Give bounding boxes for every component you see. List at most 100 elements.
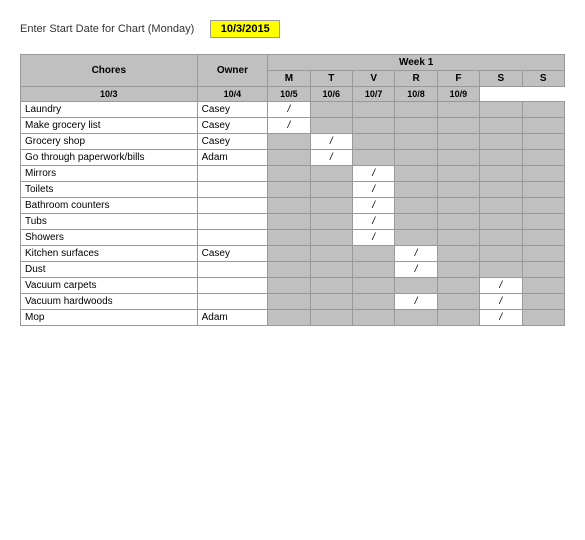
check-cell-12-6 [522,294,565,310]
task-cell: Vacuum carpets [21,278,198,294]
check-cell-0-6 [522,102,565,118]
check-cell-9-6 [522,246,565,262]
check-cell-12-5: / [480,294,522,310]
check-cell-4-2: / [353,166,395,182]
check-cell-2-4 [437,134,479,150]
table-row: Go through paperwork/billsAdam/ [21,150,565,166]
check-cell-8-4 [437,230,479,246]
table-row: Grocery shopCasey/ [21,134,565,150]
check-cell-8-5 [480,230,522,246]
check-cell-9-0 [268,246,310,262]
check-cell-2-0 [268,134,310,150]
check-cell-7-0 [268,214,310,230]
owner-cell [197,166,268,182]
owner-cell: Adam [197,150,268,166]
check-cell-10-6 [522,262,565,278]
owner-cell: Casey [197,134,268,150]
day-header-m: M [268,71,310,87]
day-header-s: S [522,71,565,87]
check-cell-10-4 [437,262,479,278]
check-cell-10-3: / [395,262,437,278]
owner-cell: Adam [197,310,268,326]
date-sub-3: 10/6 [310,87,352,102]
date-sub-0: 10/3 [21,87,198,102]
date-sub-5: 10/8 [395,87,437,102]
check-cell-7-1 [310,214,352,230]
check-cell-7-4 [437,214,479,230]
check-cell-9-5 [480,246,522,262]
check-cell-8-1 [310,230,352,246]
check-cell-4-1 [310,166,352,182]
table-row: Kitchen surfacesCasey/ [21,246,565,262]
owner-cell [197,278,268,294]
check-cell-1-3 [395,118,437,134]
check-cell-10-5 [480,262,522,278]
check-cell-1-0: / [268,118,310,134]
owner-cell: Casey [197,102,268,118]
check-cell-11-5: / [480,278,522,294]
check-cell-3-2 [353,150,395,166]
day-header-f: F [437,71,479,87]
date-sub-4: 10/7 [353,87,395,102]
check-cell-1-1 [310,118,352,134]
check-cell-9-2 [353,246,395,262]
day-header-r: R [395,71,437,87]
check-cell-10-2 [353,262,395,278]
start-date[interactable]: 10/3/2015 [210,20,280,38]
owner-cell [197,182,268,198]
check-cell-0-0: / [268,102,310,118]
table-row: Dust/ [21,262,565,278]
check-cell-2-5 [480,134,522,150]
chores-header: Chores [21,55,198,87]
check-cell-3-5 [480,150,522,166]
header-label: Enter Start Date for Chart (Monday) [20,23,194,35]
day-header-t: T [310,71,352,87]
check-cell-11-6 [522,278,565,294]
task-cell: Kitchen surfaces [21,246,198,262]
owner-header: Owner [197,55,268,87]
check-cell-13-1 [310,310,352,326]
week-header: Week 1 [268,55,565,71]
check-cell-8-0 [268,230,310,246]
check-cell-9-4 [437,246,479,262]
check-cell-11-0 [268,278,310,294]
check-cell-1-2 [353,118,395,134]
check-cell-6-2: / [353,198,395,214]
table-row: Make grocery listCasey/ [21,118,565,134]
check-cell-9-3: / [395,246,437,262]
check-cell-0-2 [353,102,395,118]
check-cell-11-2 [353,278,395,294]
check-cell-12-4 [437,294,479,310]
check-cell-4-3 [395,166,437,182]
day-header-s: S [480,71,522,87]
check-cell-7-2: / [353,214,395,230]
check-cell-13-0 [268,310,310,326]
header-section: Enter Start Date for Chart (Monday) 10/3… [20,20,565,38]
table-row: Bathroom counters/ [21,198,565,214]
owner-cell [197,262,268,278]
task-cell: Showers [21,230,198,246]
day-header-v: V [353,71,395,87]
check-cell-7-5 [480,214,522,230]
check-cell-7-3 [395,214,437,230]
check-cell-6-6 [522,198,565,214]
check-cell-11-1 [310,278,352,294]
check-cell-13-2 [353,310,395,326]
table-row: Mirrors / [21,166,565,182]
check-cell-11-4 [437,278,479,294]
date-sub-1: 10/4 [197,87,268,102]
task-cell: Mirrors [21,166,198,182]
check-cell-6-3 [395,198,437,214]
check-cell-5-0 [268,182,310,198]
check-cell-5-4 [437,182,479,198]
check-cell-6-0 [268,198,310,214]
check-cell-6-4 [437,198,479,214]
task-cell: Vacuum hardwoods [21,294,198,310]
chores-table: Chores Owner Week 1 MTVRFSS 10/310/410/5… [20,54,565,326]
owner-cell [197,214,268,230]
table-row: Toilets/ [21,182,565,198]
check-cell-0-1 [310,102,352,118]
check-cell-2-2 [353,134,395,150]
check-cell-3-0 [268,150,310,166]
task-cell: Tubs [21,214,198,230]
